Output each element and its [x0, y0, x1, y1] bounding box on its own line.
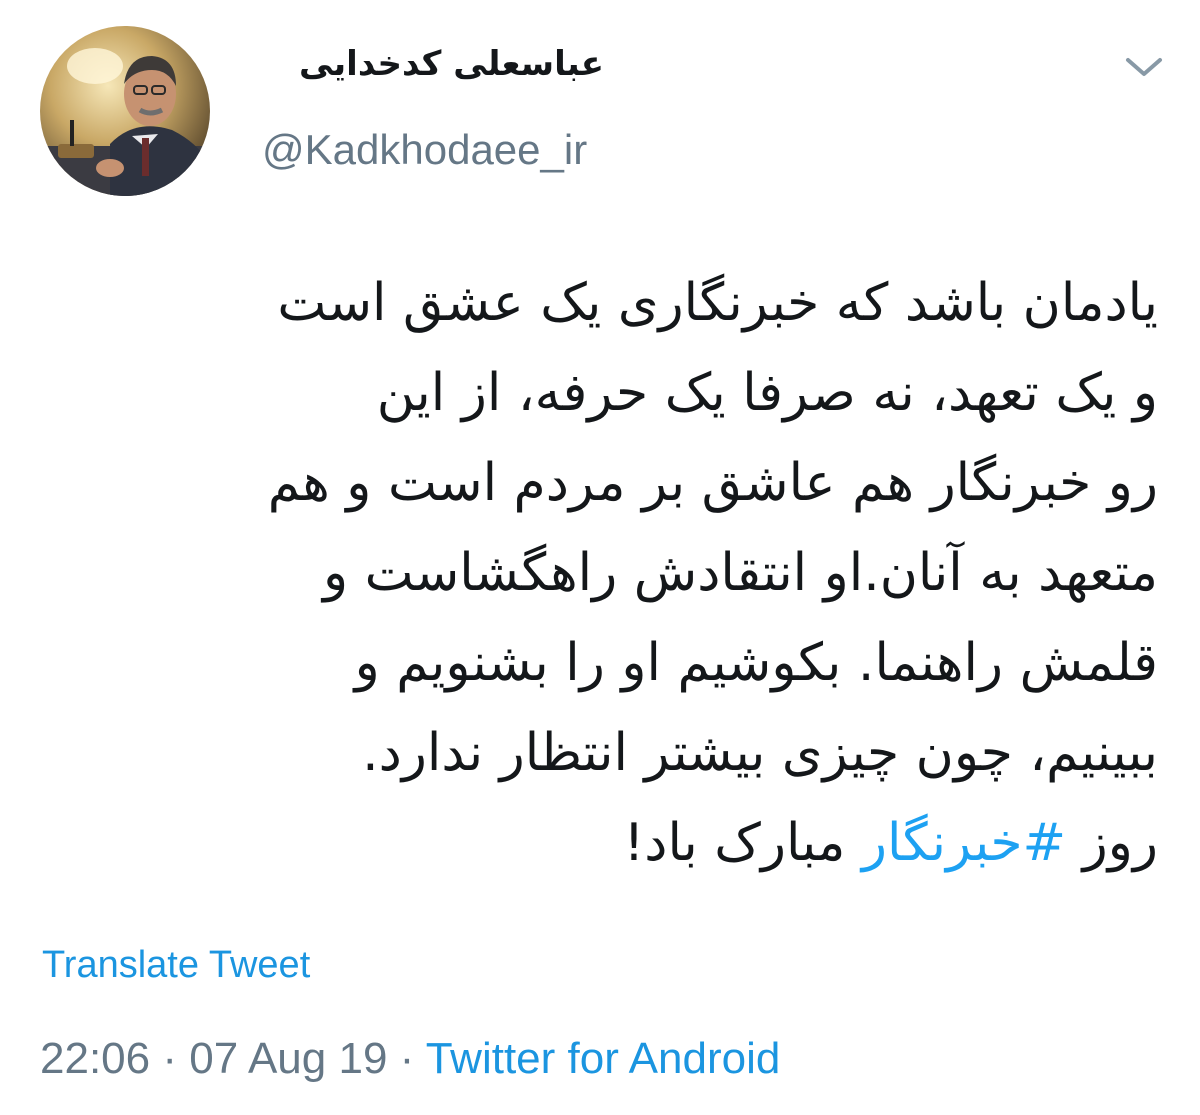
tweet-text-line: متعهد به آنان.او انتقادش راهگشاست و: [323, 543, 1158, 603]
tweet-text-line: ببینیم، چون چیزی بیشتر انتظار ندارد.: [362, 723, 1158, 783]
tweet-date[interactable]: 07 Aug 19: [189, 1034, 387, 1083]
author-handle[interactable]: @Kadkhodaee_ir: [262, 126, 587, 174]
tweet-text-last-line: روز #خبرنگار مبارک باد!: [48, 798, 1158, 888]
avatar-photo: [40, 26, 210, 196]
chevron-down-icon[interactable]: [1122, 52, 1166, 82]
translate-tweet-link[interactable]: Translate Tweet: [42, 944, 310, 987]
tweet-text-line: رو خبرنگار هم عاشق بر مردم است و هم: [267, 453, 1158, 513]
tweet-time[interactable]: 22:06: [40, 1034, 150, 1083]
author-display-name[interactable]: عباسعلی کدخدایی: [299, 44, 604, 84]
tweet-text-line: قلمش راهنما. بکوشیم او را بشنویم و: [354, 633, 1158, 693]
tweet-text-line: و یک تعهد، نه صرفا یک حرفه، از این: [376, 363, 1158, 423]
tweet-source-link[interactable]: Twitter for Android: [426, 1034, 781, 1083]
tweet-text-segment: مبارک باد!: [623, 813, 862, 873]
tweet-text-segment: روز: [1066, 813, 1158, 873]
tweet-card: عباسعلی کدخدایی @Kadkhodaee_ir یادمان با…: [0, 0, 1200, 1115]
avatar[interactable]: [40, 26, 210, 196]
meta-separator: ·: [387, 1034, 426, 1083]
tweet-text: یادمان باشد که خبرنگاری یک عشق است و یک …: [48, 258, 1158, 888]
tweet-text-line: یادمان باشد که خبرنگاری یک عشق است: [277, 273, 1158, 333]
hashtag-link[interactable]: #خبرنگار: [862, 813, 1066, 873]
meta-separator: ·: [150, 1034, 190, 1083]
tweet-meta: 22:06 · 07 Aug 19 · Twitter for Android: [40, 1034, 780, 1084]
